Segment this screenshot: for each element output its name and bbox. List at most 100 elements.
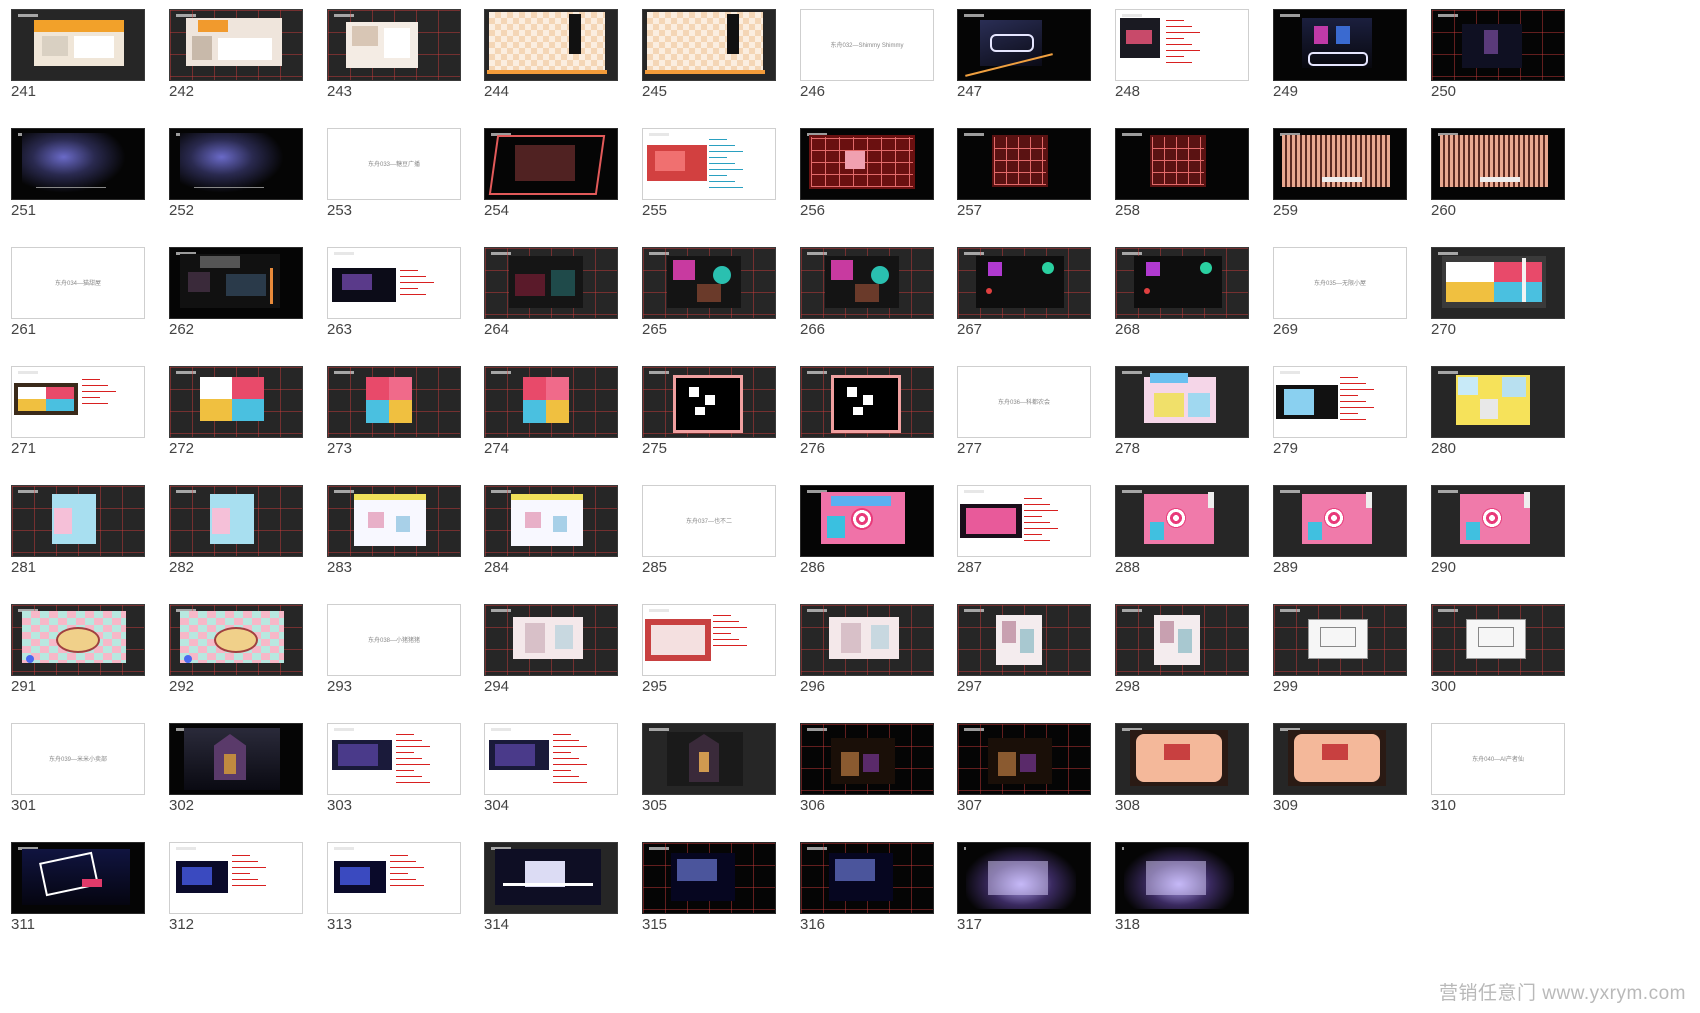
slide-thumbnail[interactable] bbox=[169, 366, 303, 438]
slide-number: 243 bbox=[327, 83, 353, 100]
annotation-line bbox=[1166, 38, 1184, 39]
slide-thumbnail[interactable]: 东舟037—也不二 bbox=[642, 485, 776, 557]
slide-thumbnail[interactable] bbox=[169, 9, 303, 81]
slide-thumbnail[interactable] bbox=[327, 485, 461, 557]
slide-number: 309 bbox=[1273, 797, 1299, 814]
slide-thumbnail[interactable] bbox=[1115, 128, 1249, 200]
annotation-line bbox=[232, 867, 266, 868]
slide-thumbnail[interactable]: 东舟038—小猪猪猪 bbox=[327, 604, 461, 676]
slide-thumbnail[interactable] bbox=[642, 9, 776, 81]
slide-thumbnail[interactable] bbox=[169, 604, 303, 676]
slide-thumbnail[interactable] bbox=[1115, 604, 1249, 676]
slide-thumbnail[interactable] bbox=[642, 366, 776, 438]
slide-thumbnail[interactable] bbox=[1273, 9, 1407, 81]
slide-thumbnail[interactable] bbox=[327, 366, 461, 438]
slide-number: 271 bbox=[11, 440, 37, 457]
slide-thumbnail[interactable] bbox=[327, 842, 461, 914]
slide-thumbnail[interactable] bbox=[800, 842, 934, 914]
slide-thumbnail[interactable] bbox=[484, 842, 618, 914]
slide-number: 299 bbox=[1273, 678, 1299, 695]
slide-thumbnail[interactable] bbox=[327, 247, 461, 319]
slide-thumbnail[interactable]: 东舟039—米米小卖部 bbox=[11, 723, 145, 795]
slide-thumbnail[interactable] bbox=[800, 366, 934, 438]
slide-thumbnail[interactable]: 东舟034—猫甜屋 bbox=[11, 247, 145, 319]
slide-thumbnail[interactable] bbox=[484, 485, 618, 557]
slide-thumbnail[interactable] bbox=[957, 485, 1091, 557]
slide-header-tag bbox=[1438, 252, 1458, 255]
slide-thumbnail[interactable] bbox=[957, 842, 1091, 914]
slide-thumbnail[interactable] bbox=[642, 128, 776, 200]
slide-thumbnail[interactable] bbox=[642, 842, 776, 914]
slide-thumbnail[interactable] bbox=[957, 128, 1091, 200]
slide-thumbnail[interactable] bbox=[1115, 366, 1249, 438]
slide-thumbnail[interactable] bbox=[1431, 366, 1565, 438]
slide-thumbnail[interactable] bbox=[1431, 485, 1565, 557]
slide-artwork bbox=[511, 494, 583, 546]
slide-thumbnail[interactable] bbox=[1115, 723, 1249, 795]
annotation-line bbox=[1166, 62, 1192, 63]
slide-thumbnail[interactable] bbox=[484, 723, 618, 795]
slide-thumbnail[interactable] bbox=[1115, 485, 1249, 557]
slide-artwork bbox=[851, 508, 873, 530]
slide-thumbnail[interactable] bbox=[1273, 128, 1407, 200]
slide-thumbnail[interactable] bbox=[169, 842, 303, 914]
slide-thumbnail[interactable] bbox=[11, 842, 145, 914]
slide-thumbnail[interactable] bbox=[1273, 604, 1407, 676]
slide-artwork bbox=[495, 744, 535, 766]
slide-thumbnail[interactable] bbox=[1431, 128, 1565, 200]
slide-thumbnail[interactable] bbox=[800, 485, 934, 557]
slide-thumbnail[interactable] bbox=[800, 247, 934, 319]
slide-thumbnail[interactable] bbox=[1431, 604, 1565, 676]
slide-thumbnail[interactable] bbox=[484, 247, 618, 319]
slide-thumbnail[interactable]: 东舟033—糖豆广播 bbox=[327, 128, 461, 200]
slide-thumbnail[interactable] bbox=[11, 366, 145, 438]
slide-artwork bbox=[180, 133, 284, 193]
slide-section-title: 东舟039—米米小卖部 bbox=[48, 757, 107, 763]
slide-thumbnail[interactable] bbox=[800, 723, 934, 795]
slide-thumbnail[interactable] bbox=[11, 604, 145, 676]
slide-thumbnail[interactable] bbox=[484, 9, 618, 81]
slide-thumbnail[interactable] bbox=[11, 128, 145, 200]
slide-thumbnail[interactable] bbox=[1115, 247, 1249, 319]
slide-thumbnail[interactable] bbox=[642, 723, 776, 795]
slide-artwork bbox=[647, 12, 763, 74]
slide-thumbnail[interactable] bbox=[1273, 366, 1407, 438]
slide-section-title: 东舟035—无限小屋 bbox=[1313, 281, 1366, 287]
slide-thumbnail[interactable] bbox=[484, 604, 618, 676]
slide-thumbnail[interactable] bbox=[957, 723, 1091, 795]
slide-thumbnail[interactable] bbox=[484, 128, 618, 200]
slide-artwork bbox=[553, 516, 567, 532]
slide-artwork bbox=[1150, 522, 1164, 540]
slide-thumbnail[interactable] bbox=[800, 128, 934, 200]
slide-thumbnail[interactable] bbox=[169, 723, 303, 795]
slide-thumbnail[interactable] bbox=[169, 485, 303, 557]
slide-number: 305 bbox=[642, 797, 668, 814]
slide-thumbnail[interactable] bbox=[1273, 723, 1407, 795]
slide-thumbnail[interactable]: 东舟036—科都农会 bbox=[957, 366, 1091, 438]
slide-thumbnail[interactable] bbox=[169, 247, 303, 319]
slide-thumbnail[interactable] bbox=[957, 247, 1091, 319]
slide-thumbnail[interactable]: 东舟040—AI产者仙 bbox=[1431, 723, 1565, 795]
slide-thumbnail[interactable] bbox=[1115, 9, 1249, 81]
slide-thumbnail[interactable] bbox=[642, 604, 776, 676]
slide-artwork bbox=[366, 377, 412, 423]
annotation-line bbox=[709, 157, 727, 158]
slide-thumbnail[interactable] bbox=[327, 723, 461, 795]
slide-thumbnail[interactable] bbox=[1115, 842, 1249, 914]
slide-thumbnail[interactable] bbox=[169, 128, 303, 200]
annotation-line bbox=[709, 163, 735, 164]
slide-thumbnail[interactable] bbox=[957, 9, 1091, 81]
slide-thumbnail[interactable]: 东舟035—无限小屋 bbox=[1273, 247, 1407, 319]
slide-thumbnail[interactable] bbox=[800, 604, 934, 676]
annotation-line bbox=[1166, 32, 1200, 33]
slide-thumbnail[interactable] bbox=[484, 366, 618, 438]
slide-thumbnail[interactable] bbox=[11, 9, 145, 81]
slide-thumbnail[interactable] bbox=[1431, 9, 1565, 81]
slide-thumbnail[interactable] bbox=[1273, 485, 1407, 557]
slide-thumbnail[interactable]: 东舟032—Shimmy Shimmy bbox=[800, 9, 934, 81]
slide-thumbnail[interactable] bbox=[11, 485, 145, 557]
slide-thumbnail[interactable] bbox=[642, 247, 776, 319]
slide-thumbnail[interactable] bbox=[957, 604, 1091, 676]
slide-thumbnail[interactable] bbox=[1431, 247, 1565, 319]
slide-thumbnail[interactable] bbox=[327, 9, 461, 81]
